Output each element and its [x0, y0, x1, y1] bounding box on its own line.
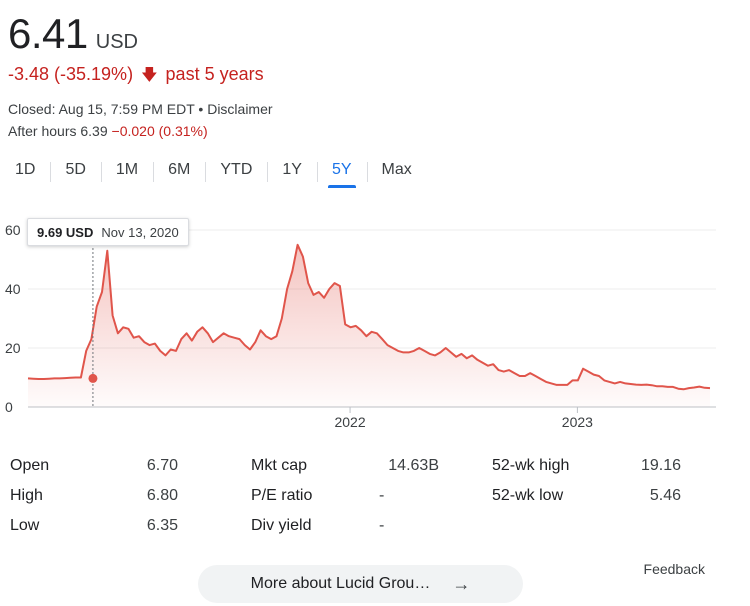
stat-52low-label: 52-wk low [492, 487, 564, 504]
tooltip-date: Nov 13, 2020 [101, 224, 179, 240]
closed-info: Closed: Aug 15, 7:59 PM EDT • Disclaimer [8, 101, 273, 117]
tab-5d[interactable]: 5D [50, 154, 100, 188]
tab-6m[interactable]: 6M [153, 154, 205, 188]
feedback-link[interactable]: Feedback [644, 561, 705, 577]
range-tabs: 1D 5D 1M 6M YTD 1Y 5Y Max [0, 154, 427, 188]
tooltip-value: 9.69 USD [37, 224, 94, 240]
y-axis: 0 20 40 60 [5, 222, 21, 415]
stat-52low-value: 5.46 [649, 487, 681, 504]
chart-tooltip: 9.69 USD Nov 13, 2020 [27, 218, 189, 246]
stat-open-label: Open [10, 457, 50, 474]
x-tick-label: 2023 [562, 414, 593, 430]
price-area [28, 244, 710, 407]
tab-1m[interactable]: 1M [100, 154, 153, 188]
closed-text: Closed: Aug 15, 7:59 PM EDT [8, 101, 195, 117]
stat-div-value: - [379, 517, 385, 534]
after-hours-label: After hours 6.39 [8, 123, 108, 139]
disclaimer-link[interactable]: Disclaimer [207, 101, 272, 117]
after-hours-change: −0.020 (0.31%) [111, 123, 208, 139]
change-value: -3.48 (-35.19%) [8, 64, 134, 84]
x-tick-label: 2022 [334, 414, 365, 430]
tab-1d[interactable]: 1D [0, 154, 50, 188]
y-tick-label: 20 [5, 340, 21, 356]
y-tick-label: 60 [5, 222, 21, 238]
stat-high-label: High [10, 487, 43, 504]
stat-52high-value: 19.16 [640, 457, 681, 474]
tab-5y[interactable]: 5Y [316, 154, 367, 188]
separator: • [194, 101, 208, 117]
y-tick-label: 0 [5, 399, 13, 415]
stat-low-label: Low [10, 517, 40, 534]
tab-max[interactable]: Max [366, 154, 427, 188]
more-about-button[interactable]: More about Lucid Grou… → [198, 565, 523, 603]
y-tick-label: 40 [5, 281, 21, 297]
tab-1y[interactable]: 1Y [267, 154, 317, 188]
arrow-right-icon: → [452, 573, 471, 594]
currency-label: USD [95, 31, 138, 53]
stat-low-value: 6.35 [146, 517, 178, 534]
price-row: 6.41 USD [8, 10, 138, 58]
stat-mktcap-label: Mkt cap [251, 457, 308, 474]
x-axis: 2022 2023 [334, 407, 593, 430]
arrow-down-icon: 🡇 [141, 67, 158, 84]
stat-open-value: 6.70 [146, 457, 178, 474]
change-period: past 5 years [165, 64, 264, 84]
stat-pe-value: - [379, 487, 385, 504]
hover-dot [88, 373, 98, 383]
current-price: 6.41 [8, 10, 88, 57]
tab-ytd[interactable]: YTD [205, 154, 267, 188]
stat-52high-label: 52-wk high [492, 457, 570, 474]
stat-high-value: 6.80 [146, 487, 178, 504]
price-change: -3.48 (-35.19%) 🡇 past 5 years [8, 64, 264, 91]
stat-div-label: Div yield [251, 517, 312, 534]
more-about-label: More about Lucid Grou… [250, 575, 431, 592]
stat-mktcap-value: 14.63B [388, 457, 439, 474]
stat-pe-label: P/E ratio [251, 487, 313, 504]
after-hours-info: After hours 6.39 −0.020 (0.31%) [8, 123, 208, 139]
